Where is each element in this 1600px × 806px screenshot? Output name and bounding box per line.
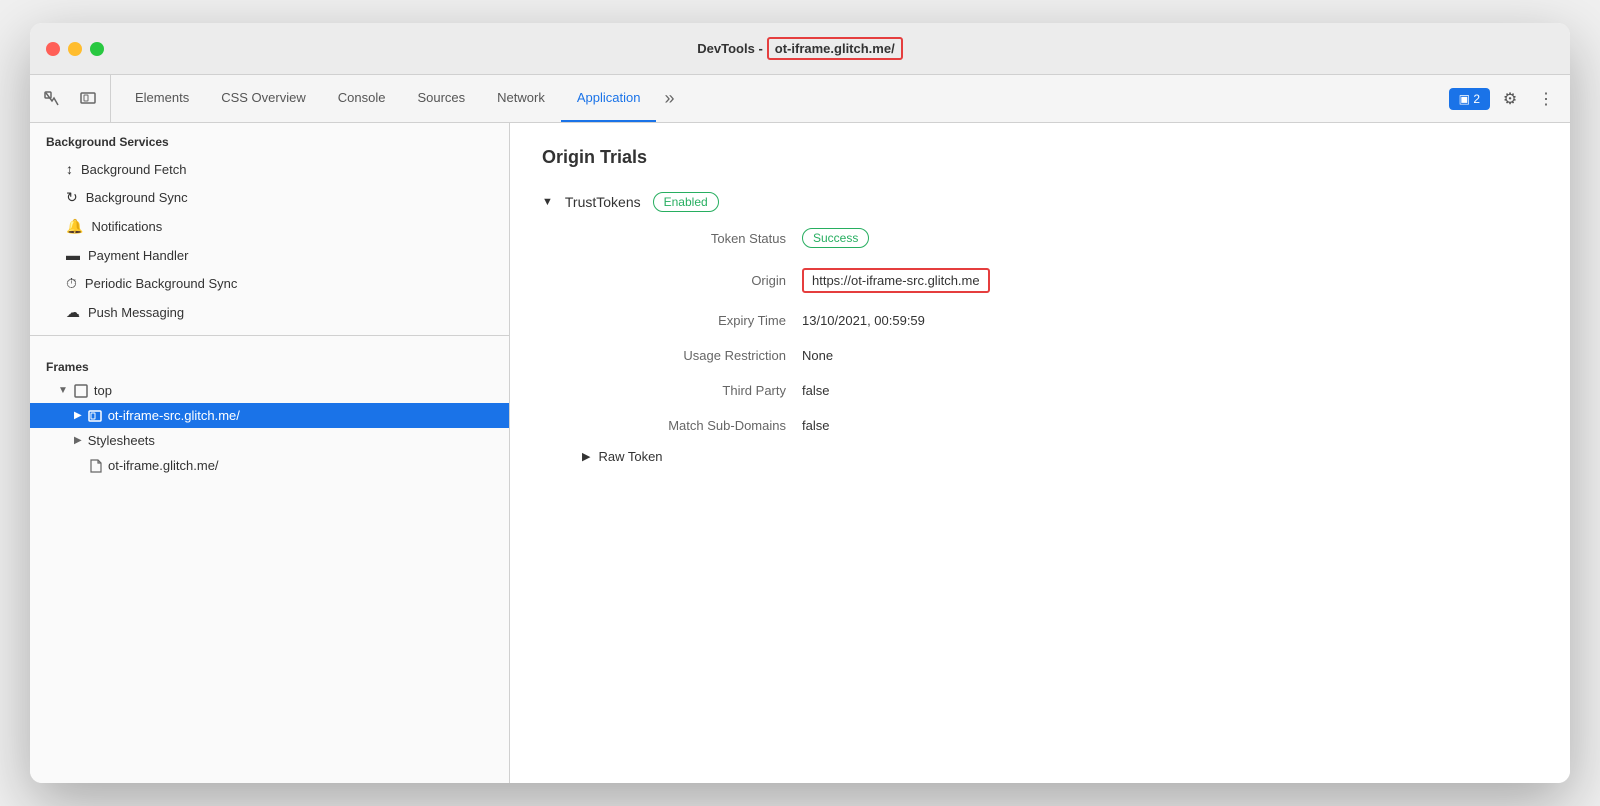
maximize-button[interactable] [90, 42, 104, 56]
sidebar-item-push-messaging[interactable]: ☁ Push Messaging [30, 298, 509, 327]
tab-application[interactable]: Application [561, 75, 657, 122]
third-party-value: false [802, 383, 1538, 398]
title-devtools-label: DevTools - [697, 41, 763, 56]
traffic-lights [46, 42, 104, 56]
success-badge: Success [802, 228, 869, 248]
tab-bar: Elements CSS Overview Console Sources Ne… [30, 75, 1570, 123]
settings-icon[interactable]: ⚙ [1494, 83, 1526, 115]
raw-token-arrow[interactable]: ▶ [582, 450, 590, 463]
frames-title: Frames [30, 356, 509, 378]
third-party-label: Third Party [582, 383, 802, 398]
tab-bar-right: ▣ 2 ⚙ ⋮ [1449, 75, 1562, 122]
background-sync-icon: ↻ [66, 189, 78, 206]
title-url-label: ot-iframe.glitch.me/ [767, 37, 903, 60]
expand-arrow-selected: ▶ [74, 410, 82, 421]
tab-more-button[interactable]: » [656, 75, 682, 122]
raw-token-label: Raw Token [598, 449, 662, 464]
detail-grid: Token Status Success Origin https://ot-i… [582, 228, 1538, 433]
content-title: Origin Trials [542, 147, 1538, 168]
window-title: DevTools - ot-iframe.glitch.me/ [697, 37, 902, 60]
expand-arrow-stylesheets: ▶ [74, 435, 82, 446]
frame-stylesheets[interactable]: ▶ Stylesheets [30, 428, 509, 453]
tab-network[interactable]: Network [481, 75, 561, 122]
push-messaging-icon: ☁ [66, 304, 80, 321]
trial-name: TrustTokens [565, 194, 641, 210]
expiry-time-value: 13/10/2021, 00:59:59 [802, 313, 1538, 328]
frames-section: Frames ▼ top ▶ ot-iframe-src.glitch.me/ [30, 344, 509, 490]
tab-console[interactable]: Console [322, 75, 402, 122]
close-button[interactable] [46, 42, 60, 56]
sidebar-item-periodic-background-sync[interactable]: ⏱ Periodic Background Sync [30, 269, 509, 298]
enabled-badge: Enabled [653, 192, 719, 212]
minimize-button[interactable] [68, 42, 82, 56]
inspect-icon[interactable] [38, 85, 66, 113]
sidebar-item-payment-handler[interactable]: ▬ Payment Handler [30, 241, 509, 269]
device-icon[interactable] [74, 85, 102, 113]
sidebar-divider [30, 335, 509, 336]
expand-arrow-top: ▼ [58, 385, 68, 396]
payment-handler-icon: ▬ [66, 247, 80, 263]
tab-elements[interactable]: Elements [119, 75, 205, 122]
origin-value: https://ot-iframe-src.glitch.me [802, 268, 1538, 293]
sidebar-item-notifications[interactable]: 🔔 Notifications [30, 212, 509, 241]
sidebar: Background Services ↕ Background Fetch ↻… [30, 123, 510, 783]
tab-items: Elements CSS Overview Console Sources Ne… [119, 75, 1449, 122]
periodic-sync-icon: ⏱ [66, 275, 77, 292]
tab-sources[interactable]: Sources [401, 75, 481, 122]
menu-icon[interactable]: ⋮ [1530, 83, 1562, 115]
match-subdomains-value: false [802, 418, 1538, 433]
sidebar-item-background-fetch[interactable]: ↕ Background Fetch [30, 155, 509, 183]
raw-token-row: ▶ Raw Token [582, 449, 1538, 464]
trial-expand-arrow[interactable]: ▼ [542, 196, 553, 208]
chat-button[interactable]: ▣ 2 [1449, 88, 1490, 110]
expiry-time-label: Expiry Time [582, 313, 802, 328]
usage-restriction-label: Usage Restriction [582, 348, 802, 363]
frame-icon [74, 384, 88, 398]
trial-section: ▼ TrustTokens Enabled Token Status Succe… [542, 192, 1538, 464]
main-area: Background Services ↕ Background Fetch ↻… [30, 123, 1570, 783]
notifications-icon: 🔔 [66, 218, 83, 235]
frame-selected-icon [88, 409, 102, 423]
tab-css-overview[interactable]: CSS Overview [205, 75, 322, 122]
bg-services-title: Background Services [30, 123, 509, 155]
match-subdomains-label: Match Sub-Domains [582, 418, 802, 433]
content-area: Origin Trials ▼ TrustTokens Enabled Toke… [510, 123, 1570, 783]
background-fetch-icon: ↕ [66, 161, 73, 177]
sidebar-item-background-sync[interactable]: ↻ Background Sync [30, 183, 509, 212]
frame-file[interactable]: ot-iframe.glitch.me/ [30, 453, 509, 478]
title-bar: DevTools - ot-iframe.glitch.me/ [30, 23, 1570, 75]
file-icon [90, 459, 102, 473]
origin-url: https://ot-iframe-src.glitch.me [802, 268, 990, 293]
frame-selected[interactable]: ▶ ot-iframe-src.glitch.me/ [30, 403, 509, 428]
token-status-label: Token Status [582, 228, 802, 248]
devtools-window: DevTools - ot-iframe.glitch.me/ Elements [30, 23, 1570, 783]
trial-header: ▼ TrustTokens Enabled [542, 192, 1538, 212]
usage-restriction-value: None [802, 348, 1538, 363]
tab-bar-tools [38, 75, 111, 122]
frame-top[interactable]: ▼ top [30, 378, 509, 403]
origin-label: Origin [582, 268, 802, 293]
token-status-value: Success [802, 228, 1538, 248]
